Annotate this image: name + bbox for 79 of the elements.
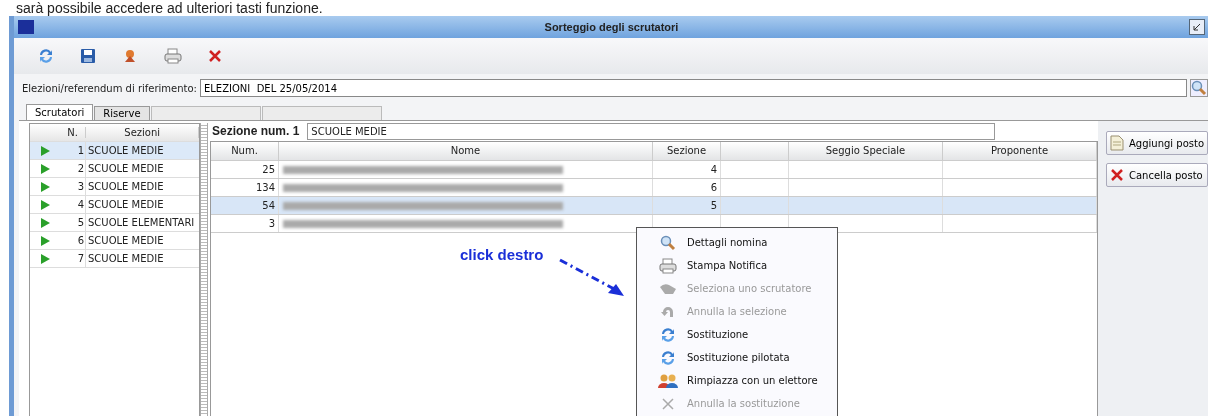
table-cell-text: SCUOLE ELEMENTARI bbox=[87, 217, 196, 228]
printer-icon bbox=[164, 48, 182, 64]
table-cell: 7 bbox=[60, 250, 86, 267]
close-icon bbox=[208, 49, 222, 63]
play-icon bbox=[40, 217, 50, 228]
play-icon bbox=[40, 163, 50, 174]
side-button[interactable]: Cancella posto bbox=[1106, 163, 1208, 187]
printer-icon bbox=[659, 257, 677, 274]
table-cell: 54 bbox=[211, 197, 279, 214]
caption-text: sarà possibile accedere ad ulteriori tasti funzione. bbox=[15, 0, 324, 16]
toolbar-button[interactable] bbox=[78, 46, 98, 66]
side-button[interactable]: Aggiungi posto bbox=[1106, 131, 1208, 155]
refresh-icon bbox=[38, 48, 54, 64]
menu-item[interactable]: Sostituzione pilotata bbox=[637, 346, 837, 369]
table-cell: 6 bbox=[60, 232, 86, 249]
document-icon bbox=[1110, 135, 1124, 151]
table-cell: 5 bbox=[653, 197, 721, 214]
section-field: SCUOLE MEDIE bbox=[307, 122, 996, 140]
menu-item[interactable]: Rimpiazza con un elettore bbox=[637, 369, 837, 392]
toolbar-button[interactable] bbox=[162, 46, 184, 66]
column-header: Num. bbox=[211, 142, 279, 160]
close-icon bbox=[661, 396, 675, 411]
tab[interactable]: Riserve bbox=[94, 106, 150, 120]
menu-item[interactable]: Stampa Notifica bbox=[637, 254, 837, 277]
table-cell: 2 bbox=[60, 160, 86, 177]
play-icon bbox=[40, 145, 50, 156]
table-cell: 134 bbox=[211, 179, 279, 196]
field-label: Elezioni/referendum di riferimento: bbox=[22, 82, 197, 94]
play-icon bbox=[40, 235, 50, 246]
column-header: Nome bbox=[279, 142, 653, 160]
reference-field[interactable]: ELEZIONI DEL 25/05/2014 bbox=[200, 79, 1187, 97]
play-icon bbox=[40, 253, 50, 264]
table-cell: 1 bbox=[60, 142, 86, 159]
table-cell: 5 bbox=[60, 214, 86, 231]
restore-icon bbox=[1193, 23, 1201, 31]
splitter[interactable] bbox=[200, 123, 208, 416]
column-header: Proponente bbox=[943, 142, 1097, 160]
section-label: Sezione num. 1 bbox=[212, 124, 300, 138]
restore-button[interactable] bbox=[1189, 19, 1205, 35]
table-cell: 3 bbox=[211, 215, 279, 232]
column-header: Sezione bbox=[653, 142, 721, 160]
close-icon bbox=[1110, 168, 1124, 182]
section-row[interactable]: 7 SCUOLE MEDIE bbox=[30, 250, 200, 268]
table-cell-text: SCUOLE MEDIE bbox=[87, 235, 165, 246]
table-row[interactable]: 25 4 bbox=[211, 161, 1097, 179]
search-button[interactable] bbox=[1190, 79, 1208, 97]
table-cell: 6 bbox=[653, 179, 721, 196]
refresh-icon bbox=[660, 326, 676, 343]
table-cell-text: SCUOLE MEDIE bbox=[87, 199, 165, 210]
table-cell-text: SCUOLE MEDIE bbox=[87, 253, 165, 264]
search-icon bbox=[1191, 80, 1207, 96]
refresh-icon bbox=[660, 349, 676, 366]
play-icon bbox=[40, 181, 50, 192]
menu-item[interactable]: Sostituzione bbox=[637, 323, 837, 346]
table-cell: 4 bbox=[653, 161, 721, 178]
column-header: Sezioni bbox=[86, 127, 200, 138]
window-title: Sorteggio degli scrutatori bbox=[543, 21, 680, 33]
app-logo-icon bbox=[18, 20, 34, 34]
table-cell: 25 bbox=[211, 161, 279, 178]
section-row[interactable]: 1 SCUOLE MEDIE bbox=[30, 142, 200, 160]
section-row[interactable]: 5 SCUOLE ELEMENTARI bbox=[30, 214, 200, 232]
table-cell: 4 bbox=[60, 196, 86, 213]
people-icon bbox=[658, 372, 678, 389]
section-row[interactable]: 3 SCUOLE MEDIE bbox=[30, 178, 200, 196]
table-cell: 3 bbox=[60, 178, 86, 195]
section-row[interactable]: 4 SCUOLE MEDIE bbox=[30, 196, 200, 214]
play-icon bbox=[40, 199, 50, 210]
annotation-text: click destro bbox=[460, 246, 544, 263]
table-cell-text: SCUOLE MEDIE bbox=[87, 181, 165, 192]
table-row[interactable]: 54 5 bbox=[211, 197, 1097, 215]
table-cell-text: SCUOLE MEDIE bbox=[87, 163, 165, 174]
column-header: Seggio Speciale bbox=[789, 142, 943, 160]
column-header: N. bbox=[60, 127, 86, 138]
table-cell-text: SCUOLE MEDIE bbox=[87, 145, 165, 156]
tab[interactable]: Scrutatori bbox=[26, 104, 94, 120]
section-row[interactable]: 2 SCUOLE MEDIE bbox=[30, 160, 200, 178]
menu-item[interactable]: Dettagli nomina bbox=[637, 231, 837, 254]
search-icon bbox=[660, 234, 676, 251]
section-row[interactable]: 6 SCUOLE MEDIE bbox=[30, 232, 200, 250]
